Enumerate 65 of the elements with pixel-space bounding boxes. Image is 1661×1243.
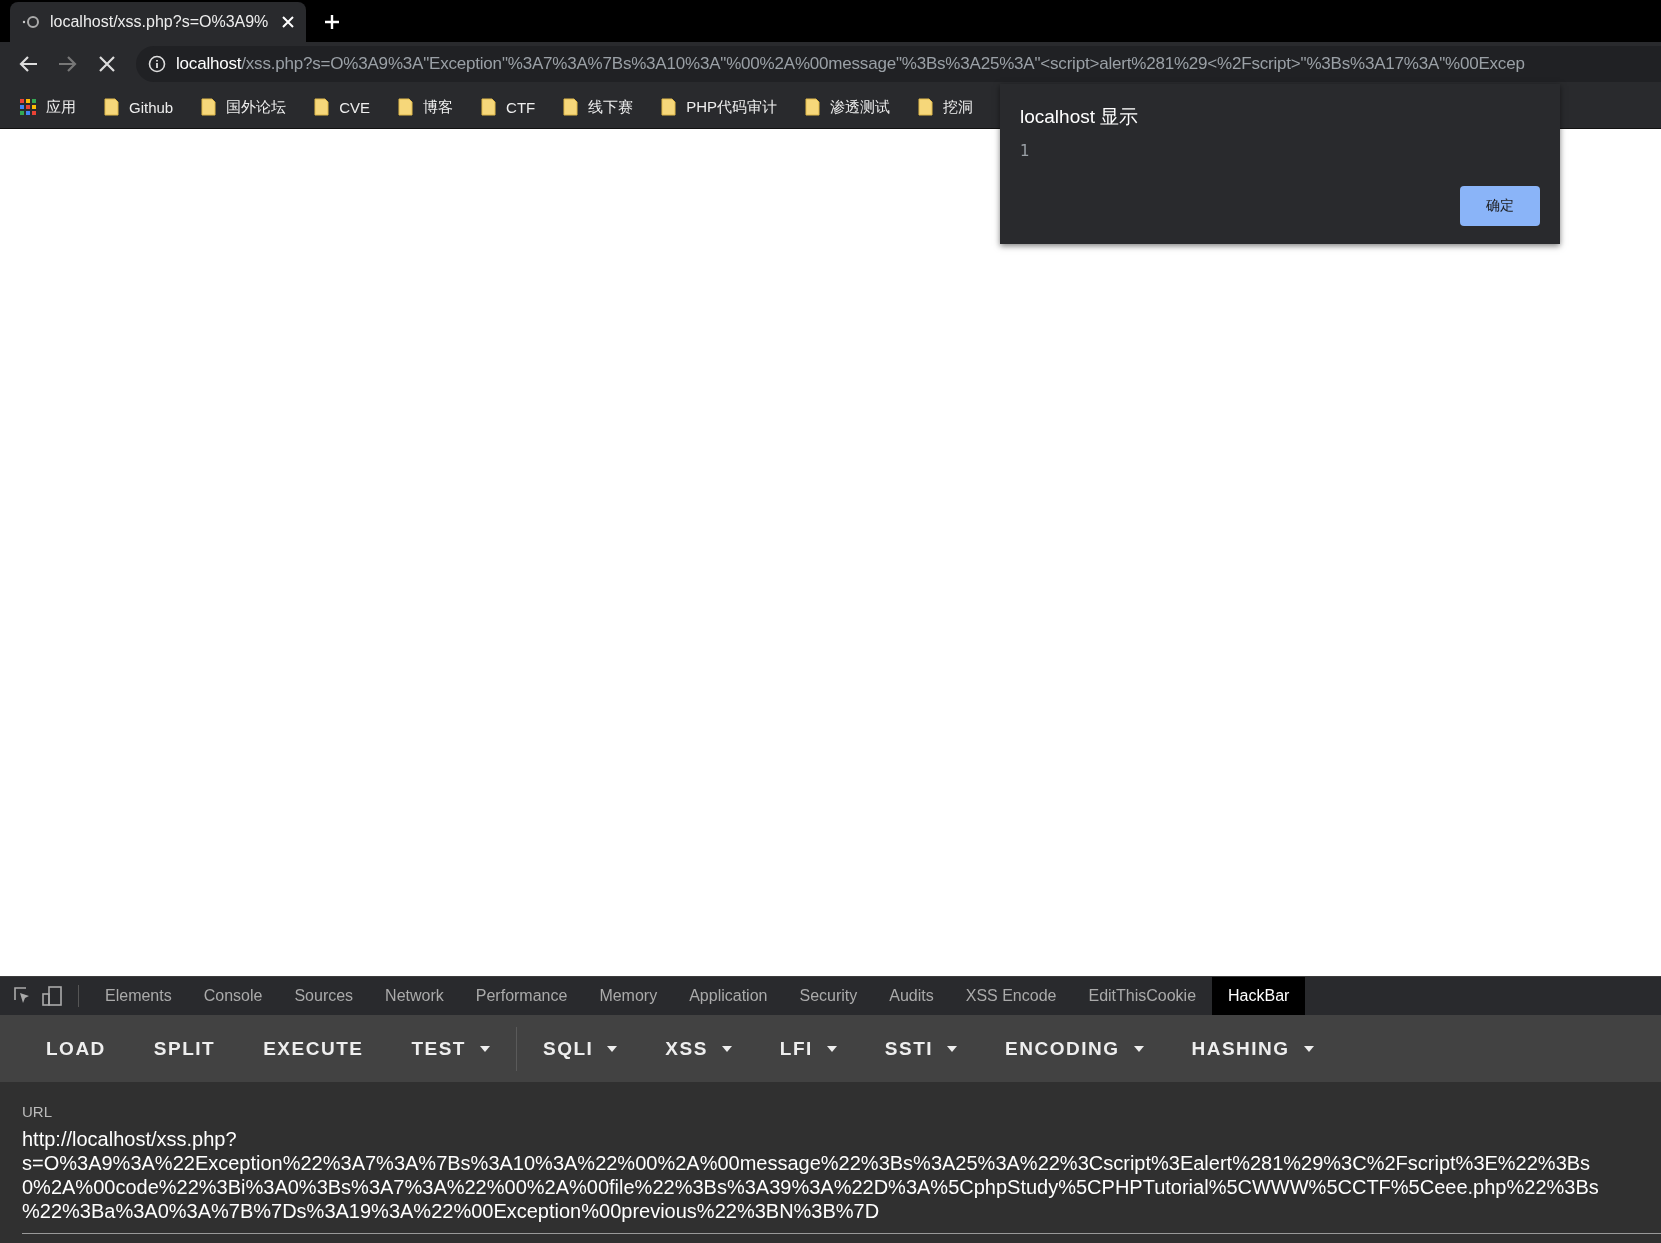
back-arrow-icon[interactable] [18,55,38,73]
hackbar-button[interactable]: LOAD [22,1027,130,1070]
devtools-tab[interactable]: EditThisCookie [1072,977,1213,1015]
bookmark-item[interactable]: CTF [481,98,536,116]
forward-arrow-icon[interactable] [58,55,78,73]
tab-title: localhost/xss.php?s=O%3A9% [50,13,270,31]
devtools-tab[interactable]: XSS Encode [949,977,1073,1015]
bookmark-item[interactable]: 博客 [398,97,454,117]
folder-icon [481,98,497,116]
bookmark-item[interactable]: CVE [314,98,371,116]
devtools-tab[interactable]: Network [369,977,460,1015]
hackbar-button[interactable]: LFI [755,1027,861,1070]
info-icon[interactable] [148,55,166,73]
caret-icon [721,1045,732,1052]
folder-icon [918,98,934,116]
bookmark-item[interactable]: 线下赛 [563,97,634,117]
hackbar-button[interactable]: SSTI [860,1027,982,1070]
devtools-tab[interactable]: Audits [873,977,950,1015]
folder-icon [563,98,579,116]
apps-grid-icon [20,99,36,115]
address-text: localhost/xss.php?s=O%3A9%3A"Exception"%3A7%3A%7Bs%3A10%3A"%00%2A%00message"%3Bs%3A25%3A"<script>alert%281%29<%2Fscript>"%3Bs%3A17%3A"%00Excep [176,54,1525,74]
folder-icon [201,98,217,116]
stop-icon[interactable] [98,55,116,73]
devtools-tab[interactable]: Performance [459,977,584,1015]
bookmark-item[interactable]: 国外论坛 [201,97,287,117]
dialog-title: localhost 显示 [1020,105,1139,129]
device-icon[interactable] [42,986,64,1006]
hackbar-button[interactable]: ENCODING [981,1027,1168,1070]
browser-tab[interactable]: localhost/xss.php?s=O%3A9% [10,2,306,42]
close-icon[interactable] [282,16,294,28]
caret-icon [1303,1045,1314,1052]
devtools-tab[interactable]: HackBar [1212,977,1306,1015]
caret-icon [607,1045,618,1052]
bookmark-item[interactable]: 应用 [20,97,76,117]
hackbar-button[interactable]: HASHING [1167,1027,1338,1070]
hackbar-button[interactable]: XSS [641,1027,756,1070]
bookmark-item[interactable]: 挖洞 [918,97,974,117]
devtools-tab[interactable]: Console [187,977,279,1015]
address-bar[interactable]: localhost/xss.php?s=O%3A9%3A"Exception"%3A7%3A%7Bs%3A10%3A"%00%2A%00message"%3Bs%3A25%3A"<script>alert%281%29<%2Fscript>"%3Bs%3A17%3A"%00Excep [136,46,1661,82]
hackbar-button[interactable]: TEST [387,1027,514,1070]
url-label: URL [22,1103,52,1120]
hackbar-button[interactable]: EXECUTE [239,1027,388,1070]
devtools-tab[interactable]: Memory [583,977,674,1015]
folder-icon [805,98,821,116]
ok-button[interactable]: 确定 [1460,186,1540,226]
bookmark-item[interactable]: 渗透测试 [805,97,891,117]
devtools-tab[interactable]: Security [783,977,874,1015]
hackbar-button[interactable]: SQLI [519,1027,642,1070]
devtools-tab[interactable]: Elements [89,977,188,1015]
devtools-tab[interactable]: Sources [278,977,370,1015]
folder-icon [314,98,330,116]
folder-icon [104,98,119,116]
url-input-field[interactable]: http://localhost/xss.php? s=O%3A9%3A%22Exception%22%3A7%3A%7Bs%3A10%3A%22%00%2A%00message%22%3Bs%3A25%3A%22%3Cscript%3Ealert%281%29%3C%2Fscript%3E%22%3Bs 0%2A%00code%22%3Bi%3A0%3Bs%3A7%3A%22%00%2A%00file%22%3Bs%3A39%3A%22D%3A%5CphpStudy%5CPHPTutorial%5CWWW%5CCTF%5Ceee.php%22%3Bs %22%3Ba%3A0%3A%7B%7Ds%3A19%3A%22%00Exception%00previous%22%3BN%3B%7D [22,1127,1661,1234]
caret-icon [1133,1045,1144,1052]
devtools-tab[interactable]: Application [673,977,784,1015]
caret-icon [826,1045,837,1052]
caret-icon [480,1045,490,1052]
hackbar-button[interactable]: SPLIT [129,1027,240,1070]
dialog-message: 1 [1020,142,1030,160]
bookmark-item[interactable]: PHP代码审计 [661,97,778,117]
plus-icon[interactable] [324,14,340,30]
folder-icon [398,98,414,116]
folder-icon [661,98,677,116]
bookmark-item[interactable]: Github [104,98,174,116]
caret-icon [947,1045,958,1052]
